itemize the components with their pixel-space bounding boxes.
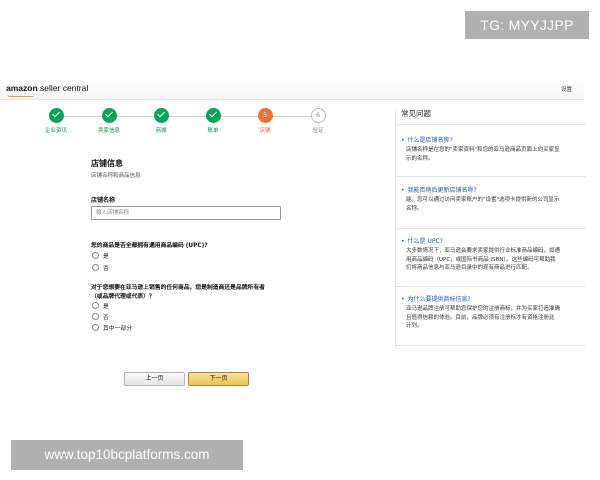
faq-divider (396, 286, 586, 287)
faq-answer-line: 示的名称。 (406, 155, 434, 162)
brand-question-line1: 对于您想要在亚马逊上销售的任何商品，您是制造商还是品牌所有者 (91, 285, 265, 291)
page-title: 店铺信息 (91, 159, 123, 168)
faq-answer-line: 亚马逊品牌注册可帮助您保护您的注册商标，并为买家打造准确 (406, 306, 561, 312)
step-label: 卖家信息 (97, 128, 120, 134)
logo-product: seller central (40, 83, 89, 93)
faq-answer-line: 店铺名称是在您的"卖家资料"和您的亚马逊商品页面上向买家显 (406, 147, 560, 153)
brand-option-partial[interactable]: 其中一部分 (92, 323, 132, 332)
step-2: 卖家信息 (89, 108, 129, 134)
tg-watermark: TG: MYYJJPP (465, 11, 589, 39)
faq-item: 什么是 UPC? 大多数情况下，亚马逊会要求卖家提供行业标准商品编码，如通 用商… (401, 237, 581, 273)
faq-item: 我能否稍后更新店铺名称? 能。您可以通过访问卖家账户的"设置"选项卡提供新的公司… (401, 186, 581, 213)
step-check-icon (205, 108, 221, 123)
faq-panel: 常见问题 (401, 108, 586, 119)
step-number: 6 (310, 108, 326, 123)
faq-answer: 能。您可以通过访问卖家账户的"设置"选项卡提供新的公司显示 名称。 (401, 196, 581, 213)
option-label: 否 (103, 266, 109, 272)
faq-answer: 亚马逊品牌注册可帮助您保护您的注册商标，并为买家打造准确 且值得信赖的体验。目前… (401, 305, 581, 331)
step-number: 5 (257, 108, 273, 123)
faq-answer-line: 大多数情况下，亚马逊会要求卖家提供行业标准商品编码，如通 (406, 248, 561, 254)
store-info-header: 店铺信息 店铺名称和商品信息 (91, 158, 291, 179)
upc-question: 您的商品是否全都拥有通用商品编码 (UPC)? (91, 243, 208, 249)
option-label: 否 (103, 315, 109, 321)
faq-answer-line: 用商品编码（UPC，或国际书商品 ISBN）。这些编码可帮助我 (406, 256, 556, 263)
amazon-smile-icon (7, 94, 35, 97)
step-label: 企业资讯 (44, 128, 67, 134)
faq-question-link[interactable]: 什么是 UPC? (401, 237, 581, 246)
step-check-icon (48, 108, 64, 123)
step-label: 验证 (312, 128, 324, 134)
faq-question-link[interactable]: 我能否稍后更新店铺名称? (401, 186, 581, 195)
radio-icon[interactable] (92, 313, 99, 320)
radio-icon[interactable] (92, 264, 99, 271)
step-3: 商城 (141, 108, 181, 134)
logo-brand: amazon (6, 83, 38, 93)
previous-button[interactable]: 上一页 (124, 372, 185, 386)
step-check-icon (153, 108, 169, 123)
faq-divider (396, 228, 586, 229)
next-button[interactable]: 下一页 (188, 372, 249, 386)
url-watermark: www.top10bcplatforms.com (11, 440, 243, 470)
faq-answer: 大多数情况下，亚马逊会要求卖家提供行业标准商品编码，如通 用商品编码（UPC，或… (401, 247, 581, 273)
radio-icon[interactable] (92, 252, 99, 259)
option-label: 是 (103, 304, 109, 310)
faq-item: 什么是店铺名称? 店铺名称是在您的"卖家资料"和您的亚马逊商品页面上向买家显 示… (401, 136, 581, 163)
faq-item: 为什么要提供商标信息? 亚马逊品牌注册可帮助您保护您的注册商标，并为买家打造准确… (401, 295, 581, 331)
page-subtitle: 店铺名称和商品信息 (91, 173, 141, 179)
seller-central-logo[interactable]: amazon seller central (6, 83, 88, 93)
step-label: 账单 (207, 128, 219, 134)
faq-divider (396, 124, 586, 125)
faq-answer-line: 计划。 (406, 323, 423, 330)
faq-answer-line: 们将商品信息与亚马逊目录中的现有商品进行匹配。 (406, 265, 533, 272)
faq-question-link[interactable]: 为什么要提供商标信息? (401, 295, 581, 304)
step-label: 商城 (155, 128, 167, 134)
step-check-icon (101, 108, 117, 123)
settings-link[interactable]: 设置 (561, 85, 572, 93)
upc-option-no[interactable]: 否 (92, 263, 109, 272)
option-label: 是 (103, 254, 109, 260)
brand-question: 对于您想要在亚马逊上销售的任何商品，您是制造商还是品牌所有者 （或品牌代理或代表… (91, 284, 291, 302)
step-6: 6 验证 (298, 108, 338, 134)
brand-option-no[interactable]: 否 (92, 312, 109, 321)
faq-answer: 店铺名称是在您的"卖家资料"和您的亚马逊商品页面上向买家显 示的名称。 (401, 146, 581, 163)
radio-icon[interactable] (92, 324, 99, 331)
faq-divider (396, 345, 586, 346)
faq-answer-line: 名称。 (406, 205, 423, 212)
step-1: 企业资讯 (36, 108, 76, 134)
step-label: 店铺 (259, 128, 271, 134)
upc-option-yes[interactable]: 是 (92, 251, 109, 260)
option-label: 其中一部分 (103, 326, 132, 332)
faq-title: 常见问题 (401, 109, 431, 118)
radio-icon[interactable] (92, 302, 99, 309)
store-name-input[interactable] (91, 206, 281, 220)
faq-question-link[interactable]: 什么是店铺名称? (401, 136, 581, 145)
step-4: 账单 (193, 108, 233, 134)
faq-divider (396, 176, 586, 177)
top-bar: amazon seller central 设置 (0, 80, 584, 100)
faq-answer-line: 能。您可以通过访问卖家账户的"设置"选项卡提供新的公司显示 (406, 197, 560, 203)
brand-option-yes[interactable]: 是 (92, 301, 109, 310)
brand-question-line2: （或品牌代理或代表）？ (91, 294, 155, 300)
faq-answer-line: 且值得信赖的体验。目前，品牌必须有注册标才有资格注册此 (406, 314, 555, 321)
step-5: 5 店铺 (245, 108, 285, 134)
progress-stepper: 企业资讯 卖家信息 商城 账单 5 店铺 6 验证 (40, 108, 340, 138)
store-name-label: 店铺名称 (91, 197, 116, 204)
